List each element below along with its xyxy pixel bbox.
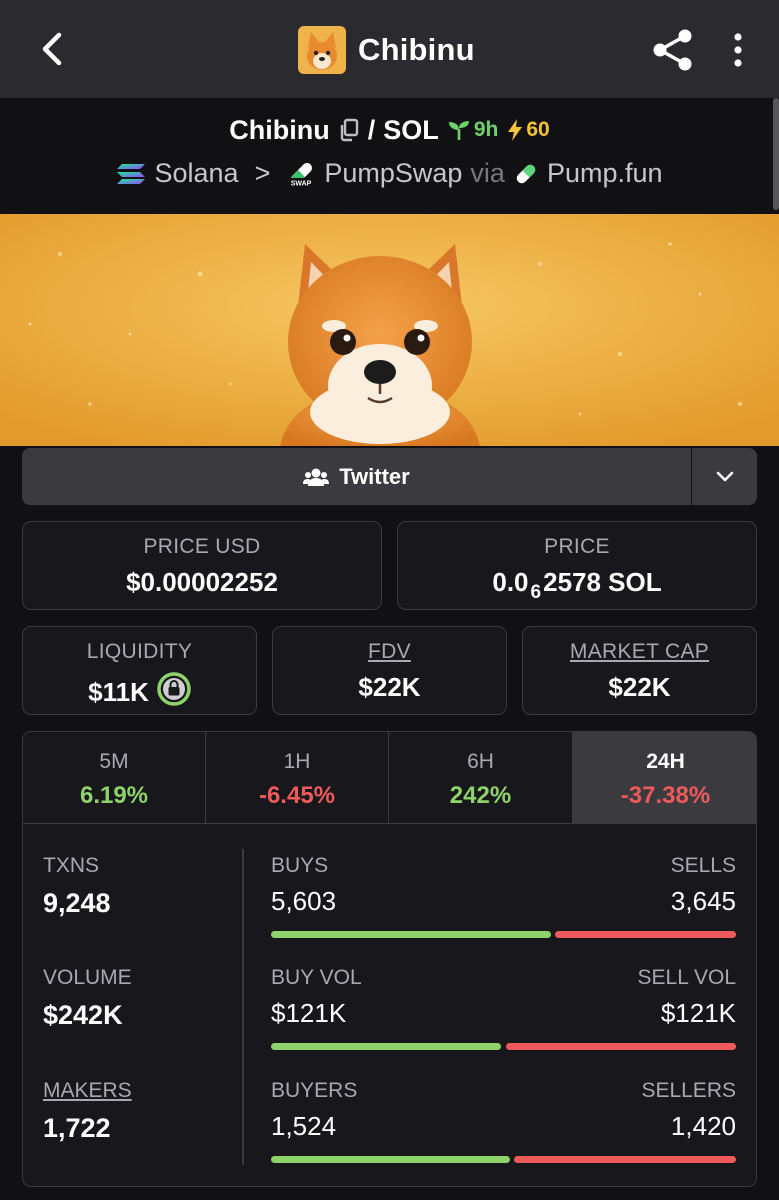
scrollbar[interactable] [773, 98, 779, 210]
market-cap-label[interactable]: MARKET CAP [523, 640, 756, 664]
buys-sells-row: BUYS SELLS 5,603 3,645 [271, 854, 736, 938]
copy-address-button[interactable] [338, 118, 360, 142]
page-title: Chibinu [358, 32, 475, 67]
zero-count-subscript: 6 [530, 581, 542, 603]
price-usd-value: $0.00002252 [126, 567, 278, 597]
price-usd-card: PRICE USD $0.00002252 [22, 521, 382, 610]
liquidity-card: LIQUIDITY $11K [22, 626, 257, 715]
quote-token: SOL [383, 114, 439, 145]
twitter-button[interactable]: Twitter [22, 448, 691, 505]
chevron-down-icon [716, 471, 733, 481]
liquidity-label: LIQUIDITY [86, 640, 193, 663]
pair-title: Chibinu / SOL 9h 60 [0, 112, 779, 148]
volume-split-row: BUY VOL SELL VOL $121K $121K [271, 966, 736, 1050]
stats-panel: 5M 6.19% 1H -6.45% 6H 242% 24H -37.38% T… [22, 731, 757, 1187]
share-icon [653, 29, 692, 71]
twitter-label: Twitter [339, 463, 410, 489]
pumpfun-pill-icon [516, 164, 536, 183]
buyers-sellers-row: BUYERS SELLERS 1,524 1,420 [271, 1079, 736, 1163]
lock-icon [157, 672, 191, 706]
change-6h: 242% [449, 782, 512, 809]
stats-divider [242, 849, 244, 1165]
sell-vol-value: $121K [660, 998, 736, 1028]
launchpad-link[interactable]: Pump.fun [547, 158, 663, 189]
token-banner-image [0, 214, 779, 446]
base-token: Chibinu [229, 114, 330, 145]
fdv-label[interactable]: FDV [273, 640, 506, 664]
token-title: Chibinu [298, 26, 475, 74]
sellers-value: 1,420 [670, 1111, 736, 1141]
socials-dropdown-button[interactable] [692, 448, 757, 505]
token-logo [298, 26, 346, 74]
svg-text:SWAP: SWAP [291, 180, 312, 187]
chain-link[interactable]: Solana [154, 158, 238, 189]
seedling-icon [448, 121, 469, 140]
price-native-value: 0.0 6 2578 SOL [492, 567, 662, 603]
share-button[interactable] [650, 27, 696, 73]
txns-stat: TXNS 9,248 [43, 854, 111, 918]
back-arrow-icon [42, 32, 62, 66]
market-cap-value: $22K [608, 672, 671, 702]
tab-6h[interactable]: 6H 242% [389, 732, 573, 824]
buy-vol-value: $121K [271, 998, 347, 1028]
boost-badge[interactable]: 60 [506, 118, 550, 142]
more-options-button[interactable] [725, 30, 751, 70]
pair-age: 9h [447, 118, 499, 142]
buys-value: 5,603 [271, 886, 337, 916]
price-native-label: PRICE [544, 535, 610, 558]
dex-link[interactable]: PumpSwap [324, 158, 462, 189]
buyers-sellers-ratio-bar [271, 1156, 736, 1163]
boost-value: 60 [526, 118, 550, 141]
tab-1h[interactable]: 1H -6.45% [206, 732, 389, 824]
liquidity-value: $11K [23, 672, 256, 713]
pair-separator: / [367, 114, 376, 145]
change-5m: 6.19% [79, 782, 149, 809]
fdv-value: $22K [358, 672, 421, 702]
buyers-value: 1,524 [271, 1111, 337, 1141]
txns-value: 9,248 [43, 888, 111, 918]
change-24h: -37.38% [620, 782, 711, 809]
pair-route: Solana > SWAP PumpSwap via Pump.fun [0, 158, 779, 189]
volume-stat: VOLUME $242K [43, 966, 132, 1030]
solana-icon [117, 163, 146, 184]
pumpswap-icon: SWAP [288, 162, 315, 187]
users-icon [303, 468, 330, 486]
volume-value: $242K [43, 1000, 123, 1030]
back-button[interactable] [30, 24, 74, 74]
makers-value: 1,722 [43, 1113, 111, 1143]
via-text: via [470, 158, 505, 188]
pair-age-value: 9h [473, 118, 499, 141]
fdv-card: FDV $22K [272, 626, 507, 715]
lightning-icon [508, 119, 523, 141]
price-native-card: PRICE 0.0 6 2578 SOL [397, 521, 757, 610]
sells-value: 3,645 [670, 886, 736, 916]
makers-label[interactable]: MAKERS [43, 1079, 132, 1103]
chevron-right-icon: > [254, 158, 271, 188]
tab-5m[interactable]: 5M 6.19% [23, 732, 206, 824]
tab-24h[interactable]: 24H -37.38% [573, 732, 756, 824]
volume-ratio-bar [271, 1043, 736, 1050]
liquidity-locked-badge[interactable] [157, 672, 191, 713]
change-1h: -6.45% [258, 782, 336, 809]
app-bar: Chibinu [0, 0, 779, 98]
buys-sells-ratio-bar [271, 931, 736, 938]
makers-stat: MAKERS 1,722 [43, 1079, 132, 1144]
more-vertical-icon [734, 33, 742, 67]
copy-icon [340, 118, 358, 142]
market-cap-card: MARKET CAP $22K [522, 626, 757, 715]
pair-header: Chibinu / SOL 9h 60 Solana > SWAP PumpSw… [0, 98, 779, 214]
price-usd-label: PRICE USD [143, 535, 261, 558]
